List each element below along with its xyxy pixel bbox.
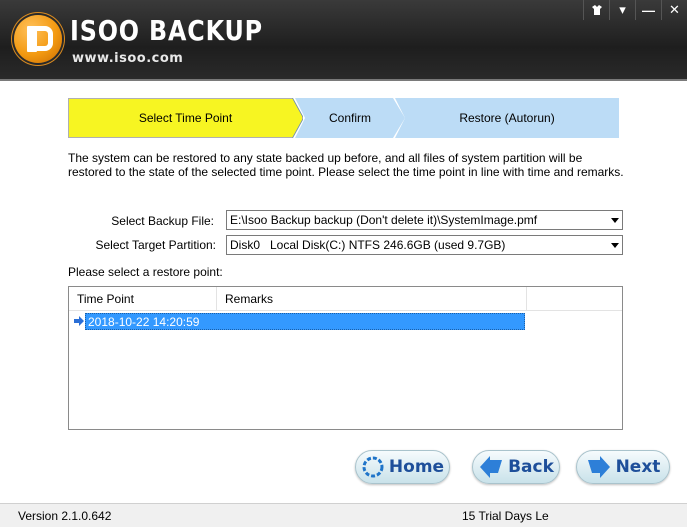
skin-icon[interactable] xyxy=(583,0,609,20)
row-time-point: 2018-10-22 14:20:59 xyxy=(88,315,200,329)
back-button[interactable]: Back xyxy=(472,450,560,484)
backup-file-select[interactable]: E:\Isoo Backup backup (Don't delete it)\… xyxy=(226,210,623,230)
chevron-down-icon xyxy=(611,218,619,223)
trial-days-text: 15 Trial Days Le xyxy=(462,509,549,523)
brand-url: www.isoo.com xyxy=(72,51,184,66)
target-partition-value: Disk0 Local Disk(C:) NTFS 246.6GB (used … xyxy=(230,238,506,252)
back-arrow-icon xyxy=(480,456,503,478)
chevron-down-icon xyxy=(611,243,619,248)
backup-file-value: E:\Isoo Backup backup (Don't delete it)\… xyxy=(230,213,538,227)
menu-dropdown-button[interactable]: ▾ xyxy=(609,0,635,20)
next-button-label: Next xyxy=(615,457,661,477)
wizard-steps: Select Time Point Confirm Restore (Autor… xyxy=(68,98,619,138)
status-bar: Version 2.1.0.642 15 Trial Days Le xyxy=(0,503,687,527)
minimize-button[interactable]: — xyxy=(635,0,661,20)
column-time-point[interactable]: Time Point xyxy=(69,287,217,311)
column-remarks[interactable]: Remarks xyxy=(217,287,527,311)
table-row[interactable]: 2018-10-22 14:20:59 xyxy=(85,313,525,330)
current-row-arrow-icon xyxy=(74,316,84,326)
target-partition-select[interactable]: Disk0 Local Disk(C:) NTFS 246.6GB (used … xyxy=(226,235,623,255)
step-select-time-point: Select Time Point xyxy=(68,98,303,138)
isoo-logo-icon xyxy=(14,15,62,63)
list-header: Time Point Remarks xyxy=(69,287,622,311)
target-partition-label: Select Target Partition: xyxy=(95,238,216,252)
version-text: Version 2.1.0.642 xyxy=(18,509,112,523)
home-button-label: Home xyxy=(388,457,445,477)
backup-file-label: Select Backup File: xyxy=(111,214,214,228)
description-text: The system can be restored to any state … xyxy=(68,151,624,179)
step-restore-autorun: Restore (Autorun) xyxy=(395,98,619,138)
next-button[interactable]: Next xyxy=(576,450,670,484)
brand-title: ISOO BACKUP xyxy=(70,14,263,47)
app-header: ISOO BACKUP www.isoo.com ▾ — ✕ xyxy=(0,0,687,81)
next-arrow-icon xyxy=(587,456,610,478)
step-confirm: Confirm xyxy=(295,98,405,138)
restore-point-label: Please select a restore point: xyxy=(68,265,223,279)
back-button-label: Back xyxy=(508,457,554,477)
close-button[interactable]: ✕ xyxy=(661,0,687,20)
home-button[interactable]: Home xyxy=(355,450,450,484)
home-icon xyxy=(362,456,384,478)
window-controls: ▾ — ✕ xyxy=(583,0,687,20)
restore-point-list[interactable]: Time Point Remarks 2018-10-22 14:20:59 xyxy=(68,286,623,430)
